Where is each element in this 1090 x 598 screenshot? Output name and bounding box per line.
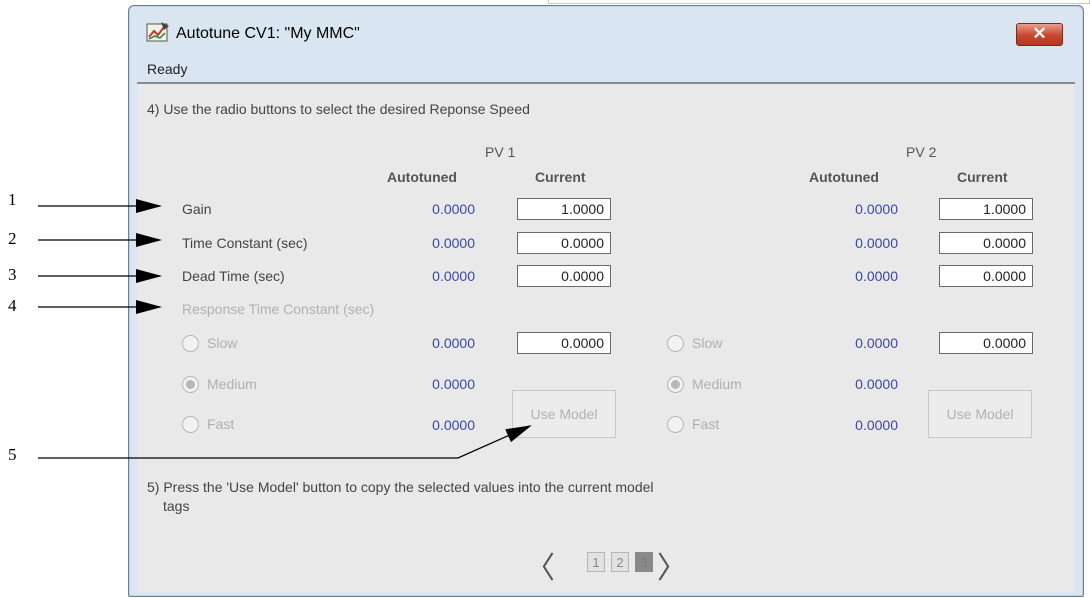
- callout-5-arrow: [38, 425, 532, 459]
- callout-arrows: [38, 199, 532, 459]
